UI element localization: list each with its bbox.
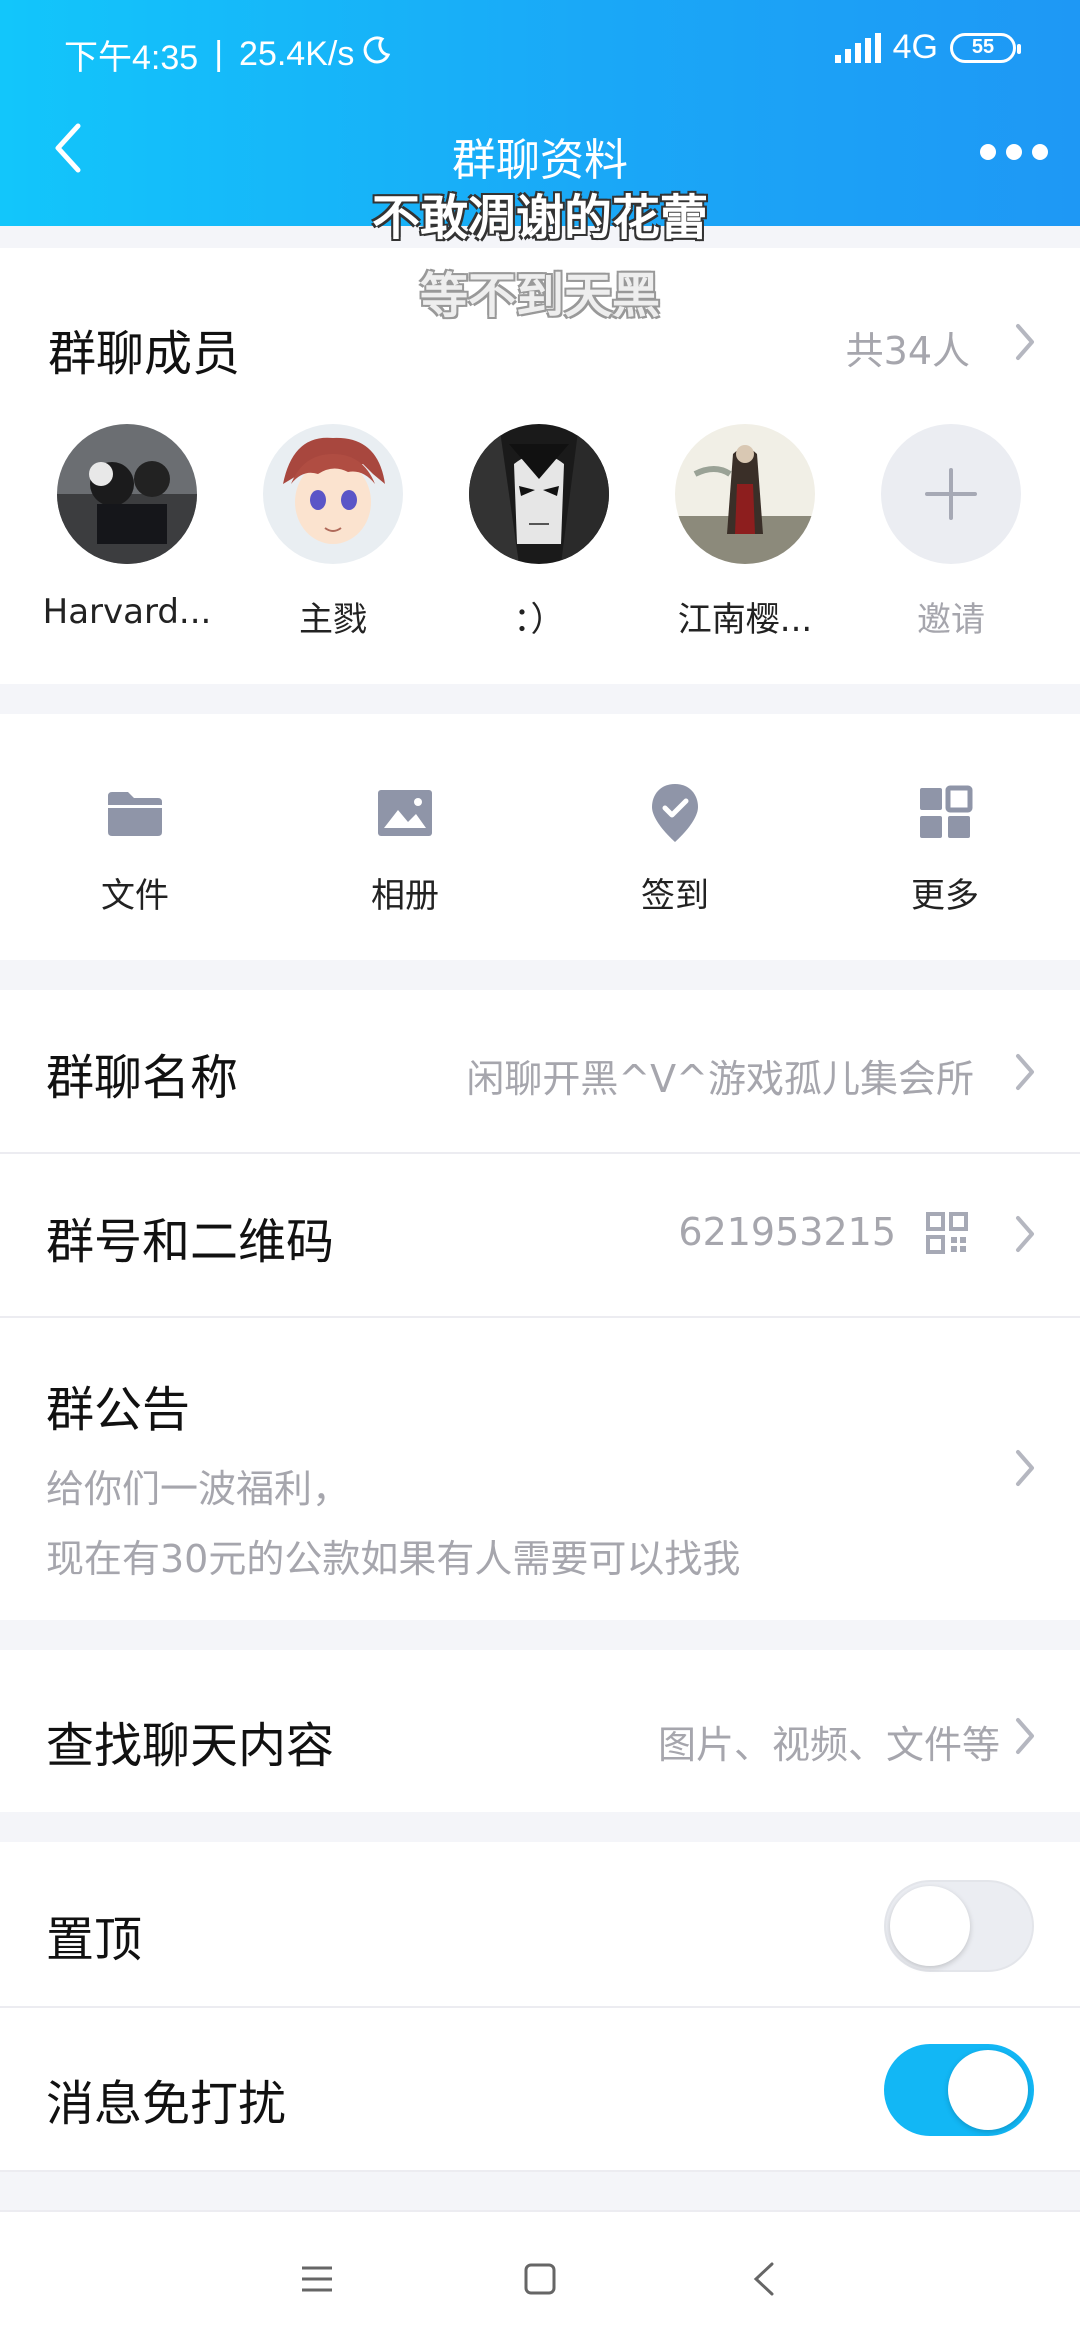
group-id-value: 621953215: [678, 1210, 896, 1254]
group-notice-label: 群公告: [46, 1382, 191, 1438]
group-name-value: 闲聊开黑^V^游戏孤儿集会所: [466, 1057, 974, 1101]
signal-icon: [834, 32, 881, 63]
home-button[interactable]: [515, 2254, 565, 2304]
dot-icon: [1006, 144, 1022, 160]
member-name: 主戮: [299, 600, 367, 640]
lyric-overlay-line-1: 不敢凋谢的花蕾: [371, 190, 708, 246]
files-label: 文件: [101, 876, 169, 916]
status-bar-left: 下午4:35 | 25.4K/s: [64, 24, 392, 84]
chevron-right-icon: [1014, 322, 1036, 362]
member-avatar-item[interactable]: 主戮: [233, 424, 433, 641]
group-notice-line-2: 现在有30元的公款如果有人需要可以找我: [46, 1537, 741, 1581]
mute-toggle[interactable]: [884, 2044, 1034, 2136]
toggle-knob: [948, 2050, 1028, 2130]
pin-top-row: 置顶: [0, 1842, 1080, 2006]
group-notice-row[interactable]: 群公告 给你们一波福利， 现在有30元的公款如果有人需要可以找我: [0, 1318, 1080, 1620]
search-chat-label: 查找聊天内容: [46, 1718, 335, 1774]
divider: [0, 2170, 1080, 2172]
dot-icon: [1032, 144, 1048, 160]
files-button[interactable]: 文件: [35, 778, 235, 917]
search-chat-hint: 图片、视频、文件等: [657, 1723, 1000, 1767]
pin-top-toggle[interactable]: [884, 1880, 1034, 1972]
group-id-label: 群号和二维码: [46, 1214, 335, 1270]
member-name: Harvard...: [42, 592, 212, 632]
album-label: 相册: [371, 876, 439, 916]
chevron-right-icon: [1014, 1448, 1036, 1488]
plus-icon: [881, 424, 1021, 564]
status-separator: |: [214, 34, 224, 73]
status-bar-right: 4G 55: [834, 28, 1021, 67]
more-tools-label: 更多: [911, 876, 979, 916]
menu-icon: [302, 2266, 332, 2292]
battery-level: 55: [971, 36, 995, 58]
avatar: [675, 424, 815, 564]
group-name-row[interactable]: 群聊名称 闲聊开黑^V^游戏孤儿集会所: [0, 990, 1080, 1152]
album-button[interactable]: 相册: [305, 778, 505, 917]
checkin-button[interactable]: 签到: [575, 778, 775, 917]
mute-row: 消息免打扰: [0, 2008, 1080, 2170]
checkin-label: 签到: [641, 876, 709, 916]
square-icon: [524, 2263, 556, 2295]
toggle-knob: [890, 1886, 970, 1966]
member-name: 江南樱...: [677, 600, 813, 640]
more-options-button[interactable]: [980, 138, 1050, 166]
avatar: [57, 424, 197, 564]
member-avatar-item[interactable]: ：）: [439, 424, 639, 641]
status-net-speed: 25.4K/s: [239, 34, 355, 73]
moon-icon: [362, 35, 392, 74]
lyric-overlay-line-2: 等不到天黑: [419, 268, 660, 324]
folder-icon: [100, 778, 170, 848]
group-name-label: 群聊名称: [46, 1050, 239, 1106]
tools-section: 文件 相册 签到 更多: [0, 714, 1080, 960]
invite-label: 邀请: [917, 600, 985, 640]
network-type: 4G: [892, 28, 938, 66]
chevron-right-icon: [1014, 1214, 1036, 1254]
chevron-left-icon: [753, 2262, 774, 2296]
chevron-right-icon: [1014, 1052, 1036, 1092]
member-avatar-item[interactable]: 江南樱...: [645, 424, 845, 641]
system-nav-bar: [0, 2210, 1080, 2340]
more-tools-button[interactable]: 更多: [845, 778, 1045, 917]
member-avatar-item[interactable]: Harvard...: [27, 424, 227, 632]
qr-code-icon: [926, 1212, 968, 1254]
grid-icon: [910, 778, 980, 848]
members-count: 共34人: [845, 329, 970, 373]
pin-top-label: 置顶: [46, 1912, 143, 1968]
location-check-icon: [640, 778, 710, 848]
dot-icon: [980, 144, 996, 160]
status-time: 下午4:35: [64, 38, 199, 77]
group-id-row[interactable]: 群号和二维码 621953215: [0, 1154, 1080, 1316]
battery-icon: 55: [950, 32, 1021, 63]
mute-label: 消息免打扰: [46, 2076, 287, 2132]
avatar: [469, 424, 609, 564]
member-avatar-list: Harvard... 主戮 ：） 江南樱... 邀请: [0, 424, 1080, 644]
system-back-button[interactable]: [740, 2254, 790, 2304]
group-notice-line-1: 给你们一波福利，: [46, 1467, 351, 1511]
chevron-right-icon: [1014, 1716, 1036, 1756]
search-chat-row[interactable]: 查找聊天内容 图片、视频、文件等: [0, 1650, 1080, 1812]
invite-button[interactable]: 邀请: [851, 424, 1051, 641]
member-name: ：）: [513, 600, 565, 640]
avatar: [263, 424, 403, 564]
image-icon: [370, 778, 440, 848]
menu-button[interactable]: [292, 2254, 342, 2304]
